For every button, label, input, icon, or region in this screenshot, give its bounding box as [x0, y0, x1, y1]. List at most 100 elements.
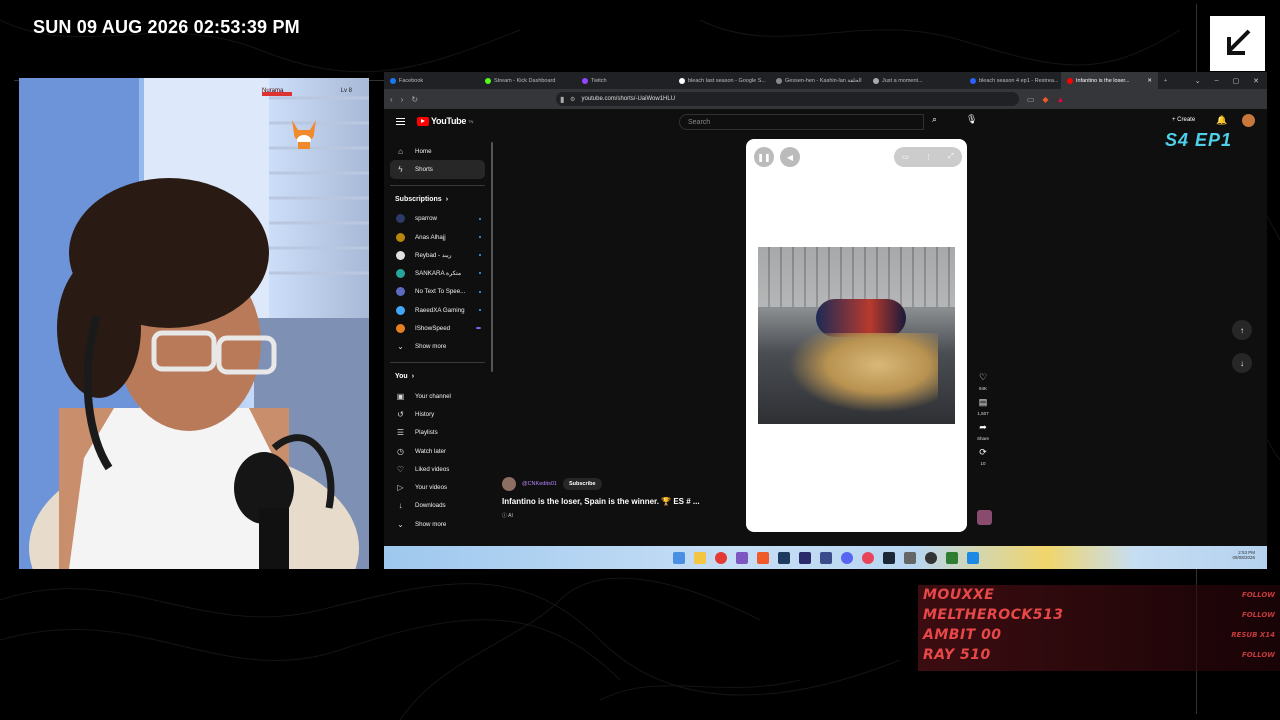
premiere-pro-icon[interactable]: [798, 551, 811, 564]
browser-tab[interactable]: bleach last season - Google S...: [673, 72, 770, 89]
browser-tab[interactable]: bleach season 4 ep1 - Restrea...: [964, 72, 1061, 89]
opera-icon[interactable]: [714, 551, 727, 564]
new-tab-button[interactable]: +: [1158, 72, 1176, 89]
back-icon[interactable]: ‹: [390, 95, 393, 104]
clock-icon: ◷: [397, 446, 404, 456]
divider: [390, 184, 485, 186]
hud-level: Lv 8: [340, 88, 352, 94]
subscription-item[interactable]: SANKARA متكرة: [390, 264, 485, 282]
start-icon[interactable]: [672, 551, 685, 564]
search-icon[interactable]: ⌕: [932, 114, 937, 125]
remix-action[interactable]: ⟳ 10: [972, 447, 994, 466]
fullscreen-icon[interactable]: ⤢: [948, 153, 954, 161]
comments-action[interactable]: ▤ 1,507: [972, 397, 994, 416]
app-icon[interactable]: [735, 551, 748, 564]
channel-handle[interactable]: @CNKedits01: [522, 481, 557, 487]
reload-icon[interactable]: ↻: [411, 95, 418, 104]
browser-tab[interactable]: Just a moment...: [867, 72, 964, 89]
url-field[interactable]: ⚙ youtube.com/shorts/-UaiWow1HLU: [556, 92, 1019, 106]
shorts-icon: ϟ: [398, 164, 403, 174]
app-icon[interactable]: [966, 551, 979, 564]
create-button[interactable]: + Create: [1172, 117, 1195, 123]
sidebar-item-your-videos[interactable]: ▷ Your videos: [390, 478, 485, 496]
brave-shield-icon[interactable]: ◆: [1042, 95, 1048, 104]
subscription-item[interactable]: Anas Alhajj: [390, 228, 485, 246]
section-title: You: [395, 373, 408, 381]
like-action[interactable]: ♡ 94K: [972, 372, 994, 391]
subscription-item[interactable]: Reybad - ريبد: [390, 246, 485, 264]
taskbar-clock[interactable]: 2:53 PM 09/08/2026: [1232, 550, 1255, 560]
sidebar-item-home[interactable]: ⌂ Home: [390, 142, 485, 160]
menu-icon[interactable]: [396, 118, 405, 125]
tab-search-icon[interactable]: ⌄: [1195, 77, 1201, 85]
event-row: AMBIT 00 RESUB X14: [918, 625, 1280, 645]
youtube-logo[interactable]: YouTube TN: [417, 116, 473, 126]
remix-count: 10: [980, 461, 986, 466]
bookmark-icon[interactable]: ▮: [560, 95, 564, 104]
close-window-icon[interactable]: ✕: [1253, 77, 1259, 85]
brave-icon[interactable]: [756, 551, 769, 564]
webcam-feed: Nurama Lv 8: [19, 78, 369, 569]
channel-name: SANKARA متكرة: [415, 270, 462, 278]
subscription-item[interactable]: IShowSpeed: [390, 319, 485, 337]
pause-icon[interactable]: ❚❚: [754, 147, 774, 167]
previous-short-button[interactable]: ↑: [1232, 320, 1252, 340]
browser-tab[interactable]: Stream - Kick Dashboard: [479, 72, 576, 89]
sidebar-item-shorts[interactable]: ϟ Shorts: [390, 160, 485, 179]
steam-icon[interactable]: [882, 551, 895, 564]
sidebar-item-liked-videos[interactable]: ♡ Liked videos: [390, 460, 485, 478]
maximize-icon[interactable]: ▢: [1233, 77, 1240, 85]
audio-thumbnail[interactable]: [977, 510, 992, 525]
sidebar-item-watch-later[interactable]: ◷ Watch later: [390, 442, 485, 460]
obs-icon[interactable]: [924, 551, 937, 564]
browser-tab[interactable]: Gessen-hen - Kashin-lan الحلقة: [770, 72, 867, 89]
browser-tab[interactable]: Facebook: [384, 72, 479, 89]
subscription-item[interactable]: sparrow: [390, 210, 485, 228]
sidebar-item-playlists[interactable]: ☰ Playlists: [390, 424, 485, 442]
discord-icon[interactable]: [840, 551, 853, 564]
site-info-icon[interactable]: ⚙: [570, 96, 575, 103]
sidebar-item-downloads[interactable]: ↓ Downloads: [390, 497, 485, 515]
close-tab-icon[interactable]: ✕: [1147, 78, 1152, 84]
subscriptions-header[interactable]: Subscriptions ›: [390, 190, 485, 210]
app-icon[interactable]: [945, 551, 958, 564]
app-icon[interactable]: [861, 551, 874, 564]
next-short-button[interactable]: ↓: [1232, 353, 1252, 373]
event-user: RAY 510: [923, 647, 991, 663]
premiere-icon[interactable]: [777, 551, 790, 564]
folder-icon[interactable]: [693, 551, 706, 564]
forward-icon[interactable]: ›: [401, 95, 404, 104]
account-avatar[interactable]: [1242, 114, 1255, 127]
channel-name: No Text To Spee...: [415, 288, 466, 296]
volume-icon[interactable]: ◀: [780, 147, 800, 167]
shorts-player[interactable]: ❚❚ ◀ ▭ ⋮ ⤢: [746, 139, 967, 532]
subscription-item[interactable]: RaeedXA Gaming: [390, 301, 485, 319]
search-input[interactable]: Search: [679, 114, 924, 130]
show-more-you[interactable]: ⌄ Show more: [390, 515, 485, 533]
share-action[interactable]: ➦ Share: [972, 422, 994, 441]
captions-icon[interactable]: ▭: [902, 153, 909, 161]
browser-tab[interactable]: Twitch: [576, 72, 673, 89]
rewards-icon[interactable]: ▲: [1057, 95, 1065, 104]
sidebar-scrollbar[interactable]: [491, 142, 493, 372]
channel-avatar[interactable]: [502, 477, 516, 491]
short-title[interactable]: Infantino is the loser, Spain is the win…: [502, 497, 742, 506]
sidebar-item-history[interactable]: ↺ History: [390, 405, 485, 423]
extension-icon[interactable]: ▭: [1027, 95, 1035, 104]
show-more-subscriptions[interactable]: ⌄ Show more: [390, 338, 485, 356]
after-effects-icon[interactable]: [819, 551, 832, 564]
more-options-icon[interactable]: ⋮: [925, 153, 932, 161]
sidebar-item-your-channel[interactable]: ▣ Your channel: [390, 387, 485, 405]
you-header[interactable]: You ›: [390, 367, 485, 387]
chevron-down-icon: ⌄: [397, 342, 404, 352]
browser-tab-active[interactable]: Infantino is the loser... ✕: [1061, 72, 1158, 89]
subscription-item[interactable]: No Text To Spee...: [390, 283, 485, 301]
subscribe-button[interactable]: Subscribe: [562, 478, 602, 490]
microphone-icon[interactable]: 🎙: [966, 114, 977, 125]
event-user: MOUXXE: [923, 587, 995, 603]
minimize-icon[interactable]: –: [1215, 77, 1219, 85]
windows-taskbar: 2:53 PM 09/08/2026: [384, 546, 1267, 569]
arrow-down-left-icon: [1226, 29, 1250, 55]
app-icon[interactable]: [903, 551, 916, 564]
notifications-icon[interactable]: 🔔: [1216, 115, 1227, 126]
